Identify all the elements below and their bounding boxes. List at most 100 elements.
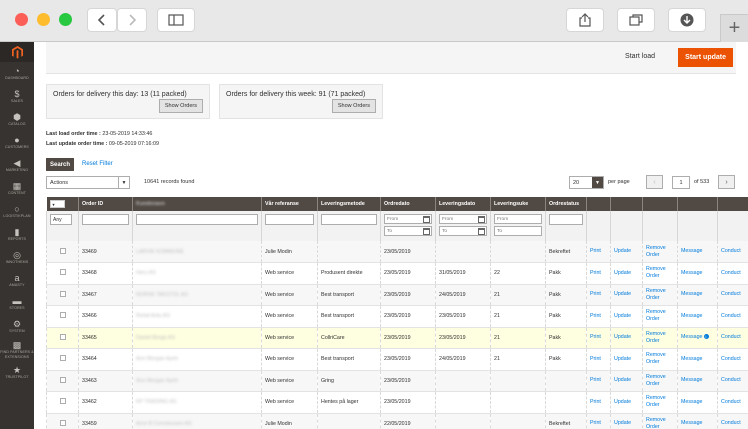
start-update-button[interactable]: Start update [678,48,733,67]
downloads-button[interactable] [668,8,706,32]
search-button[interactable]: Search [46,158,74,171]
mass-filter-select[interactable]: Any [50,214,72,225]
row-checkbox[interactable] [59,376,66,383]
conduct-link[interactable]: Conduct [717,327,748,349]
sidebar-item-find-partners-extensions[interactable]: ▩ FIND PARTNERS & EXTENSIONS [0,338,34,361]
message-link[interactable]: Message [677,348,718,371]
sidebar-item-logistikplan[interactable]: ○ LOGISTIKPLAN [0,200,34,223]
sidebar-toggle-button[interactable] [157,8,195,32]
print-link[interactable]: Print [586,413,611,429]
col-delivery-date[interactable]: Leveringsdato [435,197,491,211]
sidebar-item-marketing[interactable]: ◀ MARKETING [0,154,34,177]
calendar-icon[interactable] [423,228,430,235]
table-row[interactable]: 33462 KP TRADING AS Web service Hentes på l… [46,391,748,414]
mass-select-dropdown[interactable]: ▾ [49,200,65,208]
week-to[interactable]: To [494,226,542,236]
table-row[interactable]: 33469 LARVIK KOMMUNE Julie Modin 23/05/2019… [46,241,748,263]
order-date-to[interactable]: To [384,226,432,236]
row-checkbox[interactable] [59,269,66,276]
calendar-icon[interactable] [478,216,485,223]
print-link[interactable]: Print [586,348,611,371]
update-link[interactable]: Update [610,348,643,371]
sidebar-item-reports[interactable]: ▮ REPORTS [0,223,34,246]
conduct-link[interactable]: Conduct [717,391,748,414]
mass-actions-select[interactable]: Actions ▼ [46,176,130,189]
conduct-link[interactable]: Conduct [717,370,748,392]
row-checkbox[interactable] [59,333,66,340]
table-row[interactable]: 33464 Ann Morgan Ayeh Web service Best tran… [46,348,748,371]
update-link[interactable]: Update [610,305,643,328]
delivery-method-filter[interactable] [321,214,377,225]
page-number-input[interactable]: 1 [672,176,690,189]
col-customer-name[interactable]: Kundenavn [132,197,262,211]
update-link[interactable]: Update [610,413,643,429]
table-row[interactable]: 33465 Daniel Borge AS Web service CollriCar… [46,327,748,349]
sidebar-item-amasty[interactable]: a AMASTY [0,269,34,292]
message-link[interactable]: Message [677,305,718,328]
sidebar-item-system[interactable]: ⚙ SYSTEM [0,315,34,338]
back-button[interactable] [87,8,117,32]
forward-button[interactable] [117,8,147,32]
update-link[interactable]: Update [610,327,643,349]
table-row[interactable]: 33459 Arne B Cornelussen AS Julie Modin 22/… [46,413,748,429]
table-row[interactable]: 33463 Ann Morgan Ayeh Web service Gring 23/0… [46,370,748,392]
print-link[interactable]: Print [586,391,611,414]
print-link[interactable]: Print [586,305,611,328]
conduct-link[interactable]: Conduct [717,241,748,263]
sidebar-item-trustpilot[interactable]: ★ TRUSTPILOT [0,361,34,384]
message-link[interactable]: Message i [677,327,718,349]
minimize-window-button[interactable] [37,13,50,26]
col-our-reference[interactable]: Vår referanse [261,197,318,211]
remove-order-link[interactable]: Remove Order [642,413,678,429]
col-order-status[interactable]: Ordrestatus [545,197,587,211]
new-tab-button[interactable]: + [720,14,748,42]
reference-filter[interactable] [265,214,314,225]
col-delivery-method[interactable]: Leveringsmetode [317,197,381,211]
next-page-button[interactable]: › [718,175,735,189]
update-link[interactable]: Update [610,262,643,285]
table-row[interactable]: 33467 NORSK TAKSTOL AS Web service Best tra… [46,284,748,306]
share-button[interactable] [566,8,604,32]
tabs-overview-button[interactable] [617,8,655,32]
update-link[interactable]: Update [610,284,643,306]
sidebar-item-catalog[interactable]: ⬢ CATALOG [0,108,34,131]
week-show-orders-button[interactable]: Show Orders [331,99,376,113]
row-checkbox[interactable] [59,398,66,405]
remove-order-link[interactable]: Remove Order [642,284,678,306]
customer-name-filter[interactable] [136,214,258,225]
col-delivery-week[interactable]: Leveringsuke [490,197,546,211]
message-link[interactable]: Message [677,413,718,429]
remove-order-link[interactable]: Remove Order [642,391,678,414]
row-checkbox[interactable] [59,290,66,297]
calendar-icon[interactable] [423,216,430,223]
order-date-from[interactable]: From [384,214,432,224]
sidebar-item-sales[interactable]: $ SALES [0,85,34,108]
row-checkbox[interactable] [59,355,66,362]
sidebar-item-stores[interactable]: ▬ STORES [0,292,34,315]
message-link[interactable]: Message [677,370,718,392]
message-link[interactable]: Message [677,391,718,414]
order-id-filter[interactable] [82,214,129,225]
remove-order-link[interactable]: Remove Order [642,327,678,349]
zoom-window-button[interactable] [59,13,72,26]
week-from[interactable]: From [494,214,542,224]
row-checkbox[interactable] [59,419,66,426]
remove-order-link[interactable]: Remove Order [642,348,678,371]
remove-order-link[interactable]: Remove Order [642,262,678,285]
row-checkbox[interactable] [59,312,66,319]
print-link[interactable]: Print [586,327,611,349]
remove-order-link[interactable]: Remove Order [642,305,678,328]
start-load-link[interactable]: Start load [625,53,655,60]
sidebar-item-content[interactable]: ▦ CONTENT [0,177,34,200]
close-window-button[interactable] [15,13,28,26]
print-link[interactable]: Print [586,284,611,306]
update-link[interactable]: Update [610,241,643,263]
table-row[interactable]: 33468 Heru AS Web service Produsent direkte… [46,262,748,285]
col-order-id[interactable]: Order ID [78,197,133,211]
remove-order-link[interactable]: Remove Order [642,241,678,263]
table-row[interactable]: 33466 Retail Antu AS Web service Best trans… [46,305,748,328]
delivery-date-to[interactable]: To [439,226,487,236]
message-link[interactable]: Message [677,241,718,263]
reset-filter-link[interactable]: Reset Filter [82,161,113,167]
info-icon[interactable]: i [703,334,709,340]
